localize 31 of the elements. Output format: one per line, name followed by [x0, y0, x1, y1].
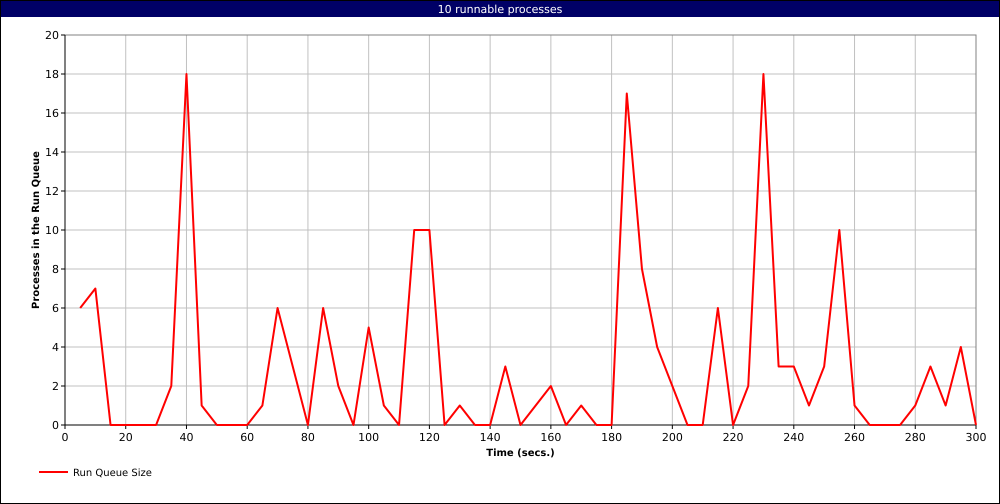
y-tick-label: 10 [45, 224, 59, 237]
x-tick-label: 260 [844, 431, 866, 444]
y-axis-title: Processes in the Run Queue [31, 151, 42, 309]
x-tick-label: 300 [966, 431, 986, 444]
x-tick-label: 60 [240, 431, 254, 444]
x-tick-label: 20 [118, 431, 133, 444]
x-tick-label: 80 [300, 431, 315, 444]
y-tick-label: 12 [45, 185, 59, 198]
chart-title: 10 runnable processes [1, 1, 999, 17]
y-tick-label: 6 [52, 302, 59, 315]
y-tick-label: 18 [45, 68, 59, 81]
y-tick-label: 4 [52, 341, 59, 354]
y-tick-label: 20 [45, 29, 59, 42]
x-tick-label: 160 [540, 431, 562, 444]
x-tick-label: 220 [722, 431, 744, 444]
y-tick-label: 14 [45, 146, 59, 159]
x-axis-title: Time (secs.) [486, 448, 555, 459]
x-tick-label: 240 [783, 431, 804, 444]
y-tick-label: 8 [52, 263, 59, 276]
x-tick-label: 0 [62, 431, 68, 444]
x-tick-label: 140 [480, 431, 501, 444]
x-tick-label: 120 [418, 431, 440, 444]
x-tick-label: 40 [179, 431, 194, 444]
y-tick-label: 16 [45, 107, 59, 120]
x-tick-label: 200 [662, 431, 683, 444]
x-tick-label: 100 [358, 431, 380, 444]
x-tick-label: 180 [601, 431, 622, 444]
y-tick-label: 0 [52, 419, 59, 432]
y-tick-label: 2 [52, 380, 59, 393]
legend-label: Run Queue Size [73, 468, 152, 479]
x-tick-label: 280 [904, 431, 926, 444]
